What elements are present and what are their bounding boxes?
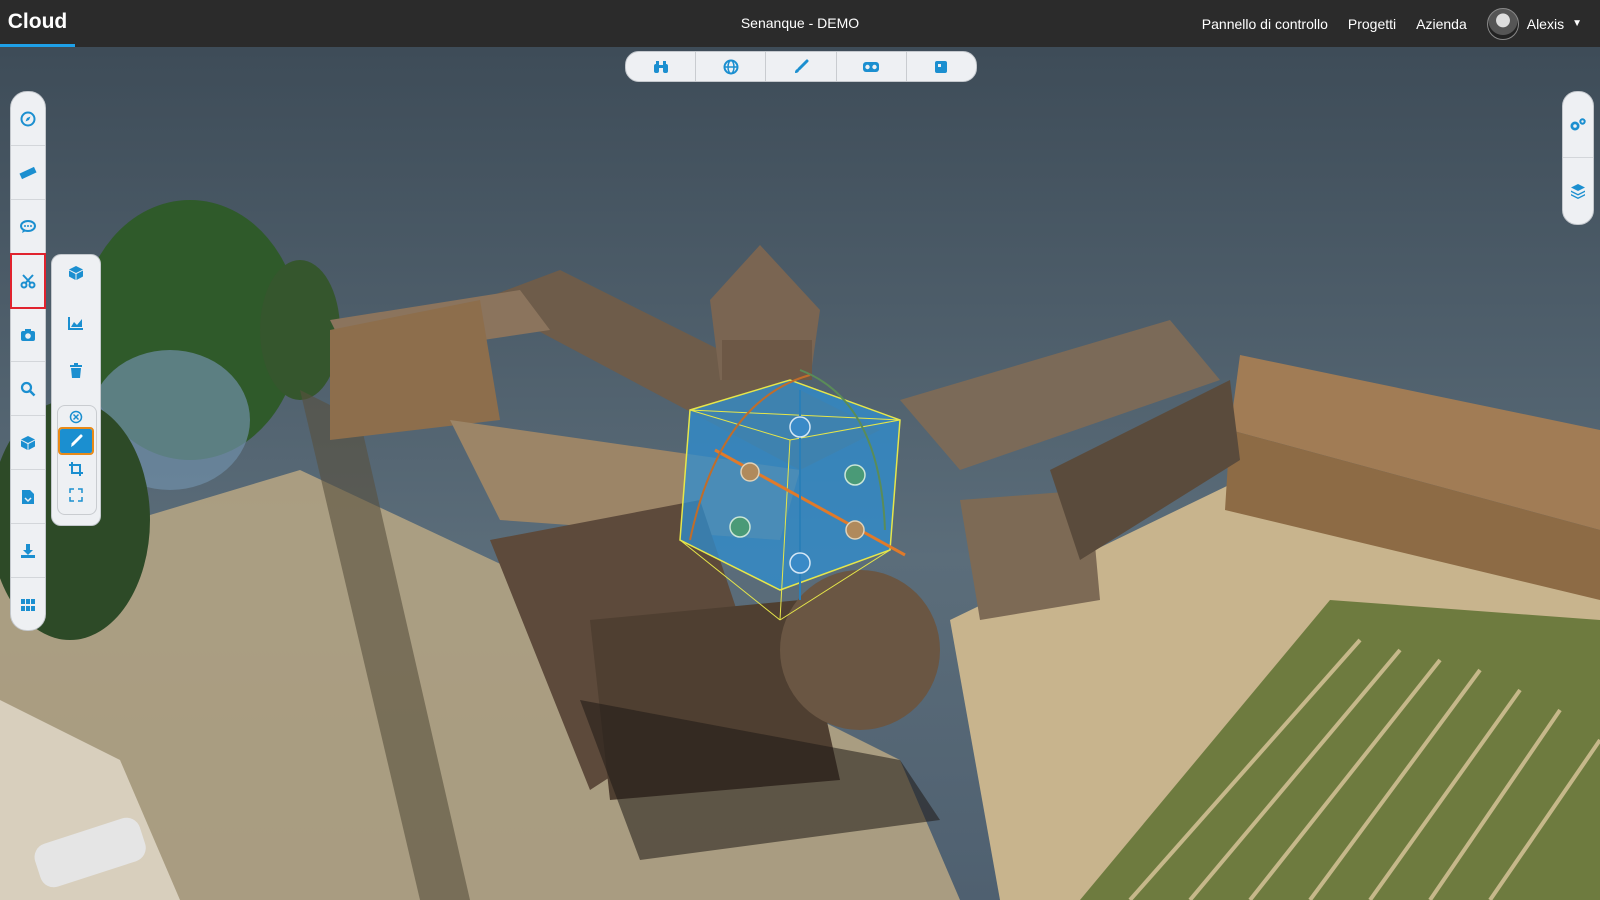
box-clip-icon[interactable] bbox=[60, 259, 92, 287]
layers-icon[interactable] bbox=[1563, 158, 1593, 224]
profile-chart-icon[interactable] bbox=[60, 309, 92, 337]
user-name: Alexis bbox=[1526, 15, 1565, 32]
crop-icon[interactable] bbox=[60, 455, 92, 483]
search-icon[interactable] bbox=[11, 362, 45, 416]
top-bar: Cloud Senanque - DEMO Pannello di contro… bbox=[0, 0, 1600, 47]
download-icon[interactable] bbox=[11, 524, 45, 578]
ruler-icon[interactable] bbox=[11, 146, 45, 200]
globe-icon[interactable] bbox=[696, 52, 767, 81]
vr-headset-icon[interactable] bbox=[837, 52, 907, 81]
compass-icon[interactable] bbox=[11, 92, 45, 146]
pencil-icon[interactable] bbox=[58, 427, 94, 455]
cube-icon[interactable] bbox=[11, 416, 45, 470]
nav-company[interactable]: Azienda bbox=[1416, 16, 1467, 32]
nav-projects[interactable]: Progetti bbox=[1348, 16, 1396, 32]
nav-dashboard[interactable]: Pannello di controllo bbox=[1202, 16, 1328, 32]
comment-icon[interactable] bbox=[11, 200, 45, 254]
left-toolbar bbox=[10, 91, 46, 631]
top-nav: Pannello di controllo Progetti Azienda A… bbox=[1202, 0, 1582, 47]
avatar[interactable] bbox=[1486, 7, 1519, 40]
scissors-icon[interactable] bbox=[10, 253, 46, 309]
view-mode-toolbar bbox=[625, 51, 977, 82]
point-cloud-viewport[interactable] bbox=[0, 47, 1600, 900]
settings-icon[interactable] bbox=[1563, 92, 1593, 158]
binoculars-icon[interactable] bbox=[626, 52, 697, 81]
expand-icon[interactable] bbox=[60, 481, 92, 509]
brand-logo[interactable]: Cloud bbox=[0, 0, 75, 47]
file-export-icon[interactable] bbox=[11, 470, 45, 524]
grid-icon[interactable] bbox=[11, 578, 45, 632]
chevron-down-icon: ▼ bbox=[1572, 18, 1582, 29]
brush-icon[interactable] bbox=[766, 52, 837, 81]
clipping-tools-panel bbox=[51, 254, 101, 526]
user-menu[interactable]: Alexis ▼ bbox=[1486, 7, 1582, 40]
camera-icon[interactable] bbox=[11, 308, 45, 362]
right-toolbar bbox=[1562, 91, 1594, 225]
point-cloud-scene bbox=[0, 200, 1600, 900]
cube-face-icon[interactable] bbox=[907, 52, 976, 81]
remove-circle-icon[interactable] bbox=[60, 403, 92, 431]
trash-icon[interactable] bbox=[60, 357, 92, 385]
